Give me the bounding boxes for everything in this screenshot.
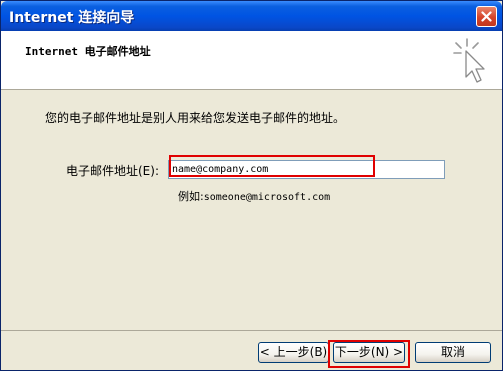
example-hint: 例如:someone@microsoft.com <box>178 188 330 204</box>
wizard-header: Internet 电子邮件地址 <box>1 31 502 90</box>
window-title: Internet 连接向导 <box>9 10 135 26</box>
email-input[interactable] <box>168 160 445 179</box>
next-button[interactable]: 下一步(N) > <box>333 342 405 363</box>
page-title: Internet 电子邮件地址 <box>25 45 151 58</box>
example-prefix: 例如: <box>178 190 204 203</box>
close-button[interactable] <box>476 6 497 27</box>
wizard-window: Internet 连接向导 Internet 电子邮件地址 您的电子邮件地址是别… <box>0 0 503 371</box>
wizard-cursor-icon <box>453 38 485 83</box>
title-bar[interactable]: Internet 连接向导 <box>1 1 502 31</box>
wizard-footer: < 上一步(B) 下一步(N) > 取消 <box>1 330 502 370</box>
cancel-button[interactable]: 取消 <box>415 342 491 363</box>
back-button[interactable]: < 上一步(B) <box>258 342 329 363</box>
wizard-body: 您的电子邮件地址是别人用来给您发送电子邮件的地址。 电子邮件地址(E): 例如:… <box>1 90 502 330</box>
email-label: 电子邮件地址(E): <box>66 164 159 178</box>
description-text: 您的电子邮件地址是别人用来给您发送电子邮件的地址。 <box>45 111 346 125</box>
example-value: someone@microsoft.com <box>203 192 331 203</box>
close-icon <box>481 11 492 22</box>
